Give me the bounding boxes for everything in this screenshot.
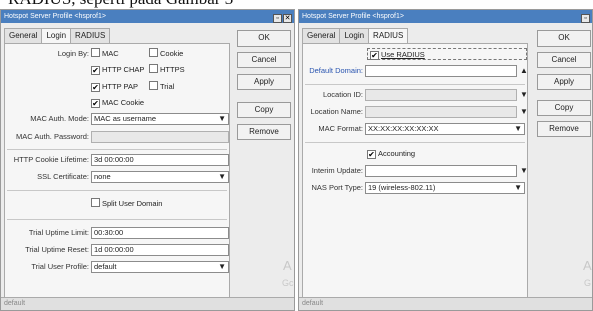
dropdown-icon: ▼ [218,262,226,271]
ghost-text: Gc [282,278,294,288]
restore-icon[interactable]: ▫ [273,14,282,23]
cancel-button[interactable]: Cancel [537,52,591,68]
dropdown-icon: ▼ [218,172,226,181]
hotspot-profile-window-radius: Hotspot Server Profile <hsprof1> ▫ Gener… [298,9,593,311]
default-domain-label: Default Domain: [309,66,363,75]
http-pap-checkbox[interactable]: ✔ HTTP PAP [91,81,138,93]
default-domain-field[interactable] [365,65,517,77]
ok-button[interactable]: OK [537,30,591,47]
http-chap-checkbox[interactable]: ✔ HTTP CHAP [91,64,144,76]
dropdown-icon: ▼ [218,114,226,123]
tab-bar: General Login RADIUS [4,28,111,44]
ghost-text: G [584,278,592,288]
nas-port-type-label: NAS Port Type: [311,183,363,192]
tab-radius[interactable]: RADIUS [70,28,111,43]
use-radius-checkbox[interactable]: ✔ Use RADIUS [367,48,527,60]
window-title: Hotspot Server Profile <hsprof1> [4,13,106,20]
remove-button[interactable]: Remove [537,121,591,137]
tab-login[interactable]: Login [41,28,72,44]
tab-general[interactable]: General [4,28,43,43]
accounting-checkbox[interactable]: ✔ Accounting [367,148,415,160]
http-cookie-lifetime-field[interactable]: 3d 00:00:00 [91,154,229,166]
dropdown-icon[interactable]: ▼ [520,106,528,118]
cookie-checkbox[interactable]: Cookie [149,48,183,60]
ssl-certificate-label: SSL Certificate: [37,172,89,181]
window-titlebar[interactable]: Hotspot Server Profile <hsprof1> ▫ ✕ [1,10,294,23]
location-name-label: Location Name: [310,107,363,116]
trial-user-profile-label: Trial User Profile: [31,262,89,271]
interim-update-field[interactable] [365,165,517,177]
nas-port-type-select[interactable]: 19 (wireless-802.11) ▼ [365,182,525,194]
mac-format-select[interactable]: XX:XX:XX:XX:XX:XX ▼ [365,123,525,135]
apply-button[interactable]: Apply [537,74,591,90]
dropdown-icon: ▼ [514,183,522,192]
mac-auth-mode-select[interactable]: MAC as username ▼ [91,113,229,125]
ghost-text: A [283,258,292,273]
checkbox-box [91,48,100,57]
checkbox-box [149,64,158,73]
ssl-certificate-select[interactable]: none ▼ [91,171,229,183]
hotspot-profile-window-login: Hotspot Server Profile <hsprof1> ▫ ✕ Gene… [0,9,295,311]
check-icon: ✔ [91,99,100,108]
mac-auth-mode-label: MAC Auth. Mode: [30,114,89,123]
window-title: Hotspot Server Profile <hsprof1> [302,13,404,20]
close-icon[interactable]: ✕ [283,14,292,23]
trial-uptime-reset-field[interactable]: 1d 00:00:00 [91,244,229,256]
check-icon: ✔ [91,66,100,75]
divider [7,149,227,150]
window-titlebar[interactable]: Hotspot Server Profile <hsprof1> ▫ [299,10,592,23]
checkbox-box [149,81,158,90]
checkbox-box [149,48,158,57]
divider [305,142,525,143]
trial-uptime-reset-label: Trial Uptime Reset: [25,245,89,254]
dropdown-icon[interactable]: ▼ [520,165,528,177]
tab-general[interactable]: General [302,28,341,43]
mac-checkbox[interactable]: MAC [91,48,119,60]
cancel-button[interactable]: Cancel [237,52,291,68]
trial-user-profile-select[interactable]: default ▼ [91,261,229,273]
location-id-field[interactable] [365,89,517,101]
apply-button[interactable]: Apply [237,74,291,90]
radius-tab-panel: ✔ Use RADIUS Default Domain: ▲ Location I… [302,43,528,301]
login-by-label: Login By: [57,49,89,58]
restore-icon[interactable]: ▫ [581,14,590,23]
ghost-text: A [583,258,592,273]
status-bar: default [299,297,592,310]
tab-login[interactable]: Login [339,28,370,43]
location-name-field[interactable] [365,106,517,118]
trial-uptime-limit-label: Trial Uptime Limit: [28,228,89,237]
interim-update-label: Interim Update: [311,166,363,175]
https-checkbox[interactable]: HTTPS [149,64,185,76]
remove-button[interactable]: Remove [237,124,291,140]
ok-button[interactable]: OK [237,30,291,47]
login-tab-panel: Login By: MAC Cookie ✔ HTTP CHAP HTTPS ✔ H… [4,43,230,301]
collapse-up-icon[interactable]: ▲ [520,65,528,77]
divider [305,84,525,85]
check-icon: ✔ [91,83,100,92]
tab-bar: General Login RADIUS [302,28,409,44]
dropdown-icon[interactable]: ▼ [520,89,528,101]
mac-auth-password-label: MAC Auth. Password: [16,132,89,141]
http-cookie-lifetime-label: HTTP Cookie Lifetime: [13,155,89,164]
trial-uptime-limit-field[interactable]: 00:30:00 [91,227,229,239]
status-bar: default [1,297,294,310]
mac-cookie-checkbox[interactable]: ✔ MAC Cookie [91,97,144,109]
check-icon: ✔ [367,150,376,159]
mac-format-label: MAC Format: [318,124,363,133]
check-icon: ✔ [370,51,379,60]
split-user-domain-checkbox[interactable]: Split User Domain [91,198,162,210]
location-id-label: Location ID: [322,90,363,99]
dropdown-icon: ▼ [514,124,522,133]
mac-auth-password-field[interactable] [91,131,229,143]
checkbox-box [91,198,100,207]
copy-button[interactable]: Copy [237,102,291,118]
divider [7,219,227,220]
divider [7,190,227,191]
caption-text: RADIUS, seperti pada Gambar 3 [8,0,308,9]
trial-checkbox[interactable]: Trial [149,81,174,93]
copy-button[interactable]: Copy [537,100,591,116]
tab-radius[interactable]: RADIUS [368,28,409,44]
